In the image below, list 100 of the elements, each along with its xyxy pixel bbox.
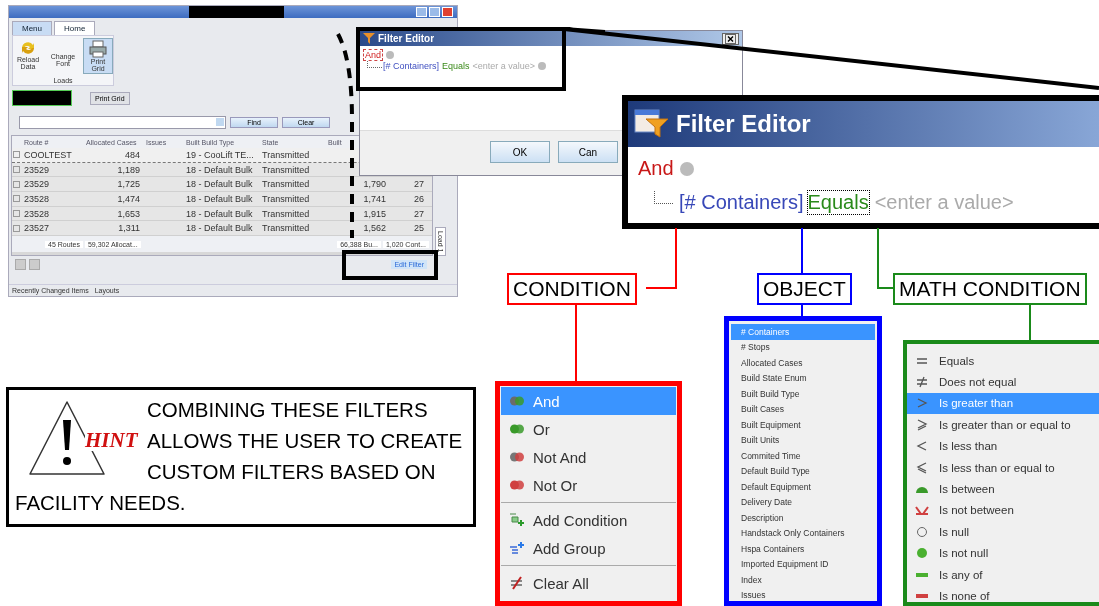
- list-item[interactable]: Allocated Cases: [731, 355, 875, 371]
- table-cell-text: 27: [413, 179, 425, 190]
- filter-toggle-icon[interactable]: [29, 259, 40, 271]
- list-item[interactable]: Hspa Containers: [731, 541, 875, 557]
- hint-text-line: ALLOWS THE USER TO CREATE: [147, 428, 463, 454]
- table-cell-text: 1,790: [362, 179, 387, 190]
- table-row[interactable]: 23527 1,311 18 - Default Bulk Transmitted 1,562 25: [12, 221, 432, 237]
- venn-icon: [509, 395, 525, 407]
- menu-item[interactable]: Add Condition: [501, 506, 676, 534]
- table-cell-text: 18 - Default Bulk: [185, 208, 254, 219]
- filter-field[interactable]: [# Containers]: [383, 61, 440, 71]
- table-cell-text: 1,725: [116, 179, 141, 190]
- operator-icon: [915, 440, 929, 453]
- add-group-icon: [509, 541, 525, 555]
- list-item[interactable]: Default Equipment: [731, 479, 875, 495]
- list-item[interactable]: Commited Time: [731, 448, 875, 464]
- menu-item[interactable]: Add Group: [501, 534, 676, 562]
- filter-operator[interactable]: Equals: [442, 61, 470, 71]
- list-item[interactable]: Is any of: [907, 563, 1099, 586]
- list-item[interactable]: Built Units: [731, 432, 875, 448]
- maximize-button[interactable]: [429, 7, 440, 17]
- list-item[interactable]: Is none of: [907, 585, 1099, 606]
- table-cell-text: 1,562: [362, 223, 387, 234]
- reload-icon: [19, 40, 37, 56]
- menu-item[interactable]: Not And: [501, 443, 676, 471]
- list-item[interactable]: Is greater than or equal to: [907, 414, 1099, 436]
- list-item[interactable]: Equals: [907, 350, 1099, 372]
- list-item[interactable]: Build State Enum: [731, 370, 875, 386]
- list-item[interactable]: Does not equal: [907, 371, 1099, 393]
- list-item[interactable]: Is less than: [907, 435, 1099, 457]
- venn-icon: [509, 423, 525, 435]
- group-operator[interactable]: And: [638, 157, 674, 180]
- checkbox-icon[interactable]: [15, 259, 26, 271]
- remove-icon[interactable]: [538, 62, 547, 70]
- list-item[interactable]: Is not between: [907, 499, 1099, 522]
- close-icon[interactable]: [722, 32, 739, 45]
- table-cell-text: COOLTEST: [23, 149, 73, 160]
- funnel-icon: [363, 33, 375, 44]
- filter-field[interactable]: [# Containers]: [679, 191, 804, 214]
- operator-icon: [915, 418, 929, 431]
- object-label: OBJECT: [757, 273, 852, 305]
- list-item[interactable]: Index: [731, 572, 875, 588]
- filter-operator[interactable]: Equals: [806, 190, 870, 215]
- list-item[interactable]: Built Cases: [731, 401, 875, 417]
- table-cell-text: 1,311: [117, 223, 141, 234]
- table-cell-text: 23528: [23, 208, 51, 219]
- hint-text-line: COMBINING THESE FILTERS: [147, 397, 428, 423]
- menu-item[interactable]: Or: [501, 415, 676, 443]
- editor-title: Filter Editor: [676, 110, 811, 138]
- table-cell-text: Transmitted: [261, 223, 311, 234]
- list-item[interactable]: Is not null: [907, 542, 1099, 564]
- table-cell-text: Transmitted: [261, 149, 311, 160]
- table-cell-text: 1,741: [362, 193, 387, 204]
- menu-item[interactable]: Clear All: [501, 569, 676, 597]
- hint-text-line: FACILITY NEEDS.: [15, 490, 186, 516]
- table-cell-text: 27: [413, 208, 425, 219]
- operator-icon: [915, 461, 929, 474]
- add-condition-icon: [509, 513, 525, 527]
- table-row[interactable]: 23529 1,725 18 - Default Bulk Transmitted 1,790 27: [12, 177, 432, 193]
- condition-label: CONDITION: [507, 273, 637, 305]
- list-item[interactable]: Issues: [731, 587, 875, 603]
- list-item[interactable]: Built Equipment: [731, 417, 875, 433]
- table-cell-text: 26: [413, 193, 425, 204]
- list-item[interactable]: Is null: [907, 521, 1099, 543]
- list-item[interactable]: Default Build Type: [731, 463, 875, 479]
- add-icon[interactable]: [679, 161, 694, 176]
- ribbon-tab[interactable]: Home: [54, 21, 96, 35]
- list-item[interactable]: Built Build Type: [731, 386, 875, 402]
- menu-item[interactable]: Not Or: [501, 471, 676, 499]
- table-cell-text: 18 - Default Bulk: [185, 164, 254, 175]
- hint-text-line: CUSTOM FILTERS BASED ON: [147, 459, 436, 485]
- dialog-button[interactable]: Can: [558, 141, 618, 163]
- group-operator[interactable]: And: [363, 49, 383, 61]
- close-button[interactable]: [442, 7, 453, 17]
- list-item[interactable]: Handstack Only Containers: [731, 525, 875, 541]
- minimize-button[interactable]: [416, 7, 427, 17]
- search-field[interactable]: [19, 116, 226, 129]
- list-item[interactable]: Imported Equipment ID: [731, 556, 875, 572]
- dropdown-icon: [216, 118, 224, 126]
- table-cell-text: 23529: [23, 179, 51, 190]
- list-item[interactable]: Description: [731, 510, 875, 526]
- ribbon-tab[interactable]: Menu: [12, 21, 52, 35]
- table-cell-text: 1,653: [116, 208, 141, 219]
- list-item[interactable]: # Stops: [731, 339, 875, 355]
- list-item[interactable]: Is less than or equal to: [907, 456, 1099, 479]
- add-icon[interactable]: [386, 51, 394, 59]
- list-item[interactable]: Delivery Date: [731, 494, 875, 510]
- table-cell-text: Transmitted: [261, 208, 311, 219]
- table-cell-text: 1,189: [116, 164, 141, 175]
- list-item[interactable]: Is between: [907, 478, 1099, 500]
- table-cell-text: 484: [123, 149, 141, 160]
- dialog-button[interactable]: OK: [490, 141, 550, 163]
- table-cell-text: 25: [413, 223, 425, 234]
- printer-icon: [88, 40, 108, 58]
- table-cell-text: Transmitted: [261, 179, 311, 190]
- venn-icon: [509, 479, 525, 491]
- table-cell-text: 19 - CooLift TE...: [185, 149, 255, 160]
- table-row[interactable]: 23528 1,474 18 - Default Bulk Transmitted 1,741 26: [12, 192, 432, 207]
- table-cell-text: 23527: [23, 223, 51, 234]
- filter-table-icon: [634, 109, 670, 139]
